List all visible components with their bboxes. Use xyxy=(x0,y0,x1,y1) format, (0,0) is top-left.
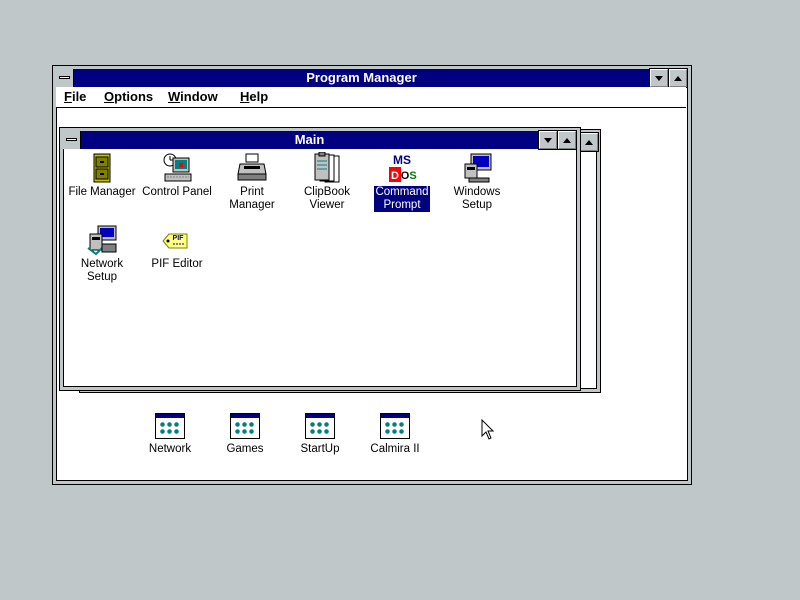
control-panel-item[interactable]: Control Panel xyxy=(140,152,214,199)
pif-editor-icon: PIF xyxy=(161,224,193,256)
network-setup-label: Network Setup xyxy=(80,258,124,283)
windows-setup-label-line1: Windows xyxy=(453,186,501,198)
svg-text:MS: MS xyxy=(393,153,411,167)
control-panel-icon xyxy=(161,152,193,184)
print-manager-label: Print Manager xyxy=(229,186,275,211)
mouse-cursor-icon xyxy=(481,418,495,444)
control-panel-label: Control Panel xyxy=(142,186,212,198)
network-group-icon[interactable]: Network xyxy=(133,413,207,456)
main-minimize-button[interactable] xyxy=(538,130,558,150)
clipbook-viewer-item[interactable]: ClipBook Viewer xyxy=(290,151,364,212)
maximize-arrow-icon xyxy=(563,137,571,143)
main-title: Main xyxy=(294,132,325,147)
menu-window[interactable]: Window xyxy=(168,89,218,104)
main-group-window: Main File Manager Control Panel Print Ma… xyxy=(59,127,581,391)
ms-dos-icon: MS D O S xyxy=(386,152,418,184)
minimize-button[interactable] xyxy=(649,68,669,88)
clipbook-label-line1: ClipBook xyxy=(303,186,351,198)
main-title-bar[interactable]: Main xyxy=(81,131,538,149)
group-icon-grid xyxy=(384,421,406,435)
menu-options[interactable]: Options xyxy=(104,89,153,104)
windows-setup-label: Windows Setup xyxy=(453,186,502,212)
system-menu-bar-icon xyxy=(59,76,70,79)
printer-icon xyxy=(236,152,268,184)
program-manager-title-bar[interactable]: Program Manager xyxy=(74,69,649,87)
program-group-icon xyxy=(155,413,185,439)
startup-group-label: StartUp xyxy=(300,443,340,455)
program-group-icon xyxy=(230,413,260,439)
minimize-arrow-icon xyxy=(544,137,552,143)
clipbook-icon xyxy=(311,151,343,184)
system-menu-button[interactable] xyxy=(56,69,74,87)
clipbook-label-line2: Viewer xyxy=(309,199,345,211)
windows-setup-label-line2: Setup xyxy=(461,199,493,211)
main-maximize-button[interactable] xyxy=(557,130,577,150)
system-menu-bar-icon xyxy=(66,138,77,141)
svg-text:PIF: PIF xyxy=(173,235,185,242)
group-icon-grid xyxy=(309,421,331,435)
file-manager-item[interactable]: File Manager xyxy=(65,152,139,199)
command-prompt-label: Command Prompt xyxy=(374,186,430,212)
background-group-maximize-button[interactable] xyxy=(579,132,599,152)
maximize-button[interactable] xyxy=(668,68,688,88)
group-icon-grid xyxy=(234,421,256,435)
windows-setup-icon xyxy=(461,152,493,184)
file-cabinet-icon xyxy=(86,152,118,184)
network-setup-item[interactable]: Network Setup xyxy=(65,224,139,284)
command-prompt-item[interactable]: MS D O S Command Prompt xyxy=(365,152,439,212)
calmira-group-icon[interactable]: Calmira II xyxy=(358,413,432,456)
calmira-group-label: Calmira II xyxy=(370,443,420,455)
program-manager-window: Program Manager File Options Window Help… xyxy=(52,65,692,485)
program-manager-title: Program Manager xyxy=(306,70,417,85)
main-system-menu-button[interactable] xyxy=(63,131,81,149)
games-group-label: Games xyxy=(226,443,264,455)
svg-text:S: S xyxy=(409,170,416,182)
program-group-icon xyxy=(305,413,335,439)
maximize-arrow-icon xyxy=(674,75,682,81)
windows-setup-item[interactable]: Windows Setup xyxy=(440,152,514,212)
group-icon-grid xyxy=(159,421,181,435)
network-setup-icon xyxy=(86,224,118,256)
clipbook-viewer-label: ClipBook Viewer xyxy=(303,186,351,212)
file-manager-label: File Manager xyxy=(68,186,136,198)
pif-editor-label: PIF Editor xyxy=(151,258,203,270)
svg-text:D: D xyxy=(391,170,399,182)
pif-editor-item[interactable]: PIF PIF Editor xyxy=(140,224,214,271)
menu-bar: File Options Window Help xyxy=(56,87,686,108)
minimize-arrow-icon xyxy=(655,75,663,81)
network-group-label: Network xyxy=(148,443,192,455)
program-group-icon xyxy=(380,413,410,439)
startup-group-icon[interactable]: StartUp xyxy=(283,413,357,456)
command-prompt-label-line2: Prompt xyxy=(383,199,421,211)
command-prompt-label-line1: Command xyxy=(375,186,429,198)
menu-help[interactable]: Help xyxy=(240,89,268,104)
menu-file[interactable]: File xyxy=(64,89,86,104)
print-manager-item[interactable]: Print Manager xyxy=(215,152,289,212)
games-group-icon[interactable]: Games xyxy=(208,413,282,456)
maximize-arrow-icon xyxy=(585,139,593,145)
